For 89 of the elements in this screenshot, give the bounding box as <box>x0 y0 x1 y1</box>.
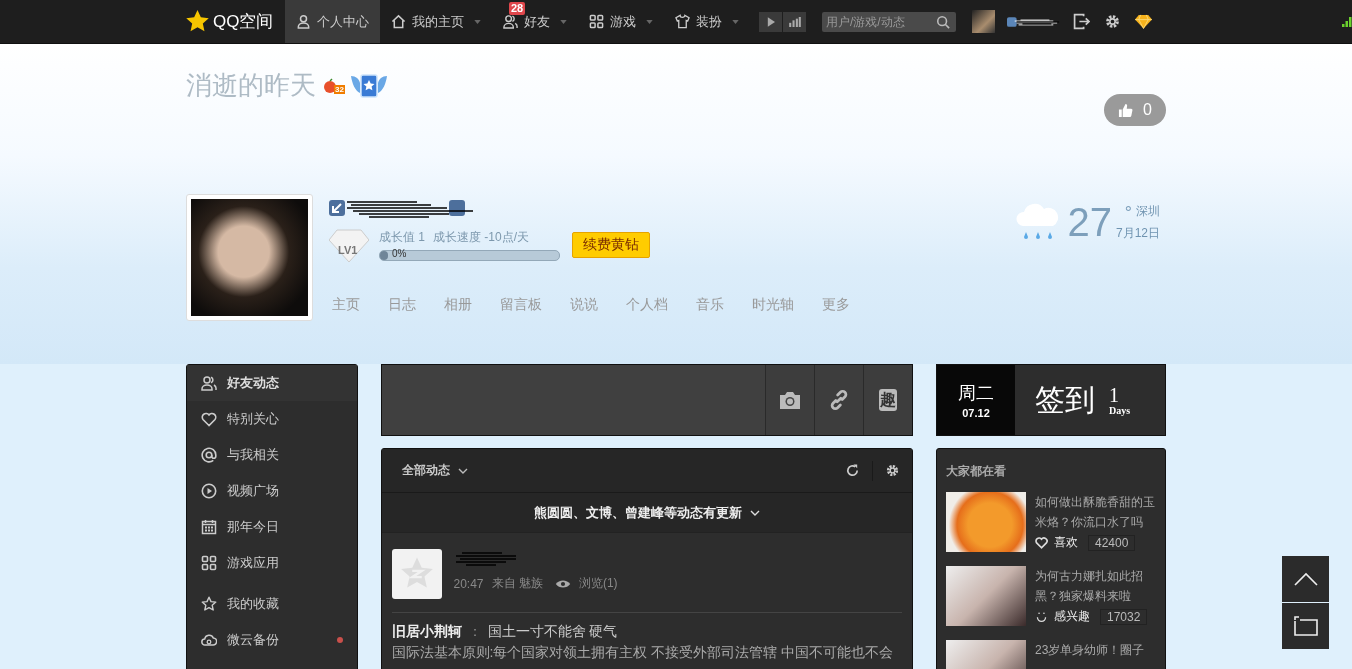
sidebar-item[interactable]: 特别关心 <box>187 401 357 437</box>
sidebar-item[interactable]: 游戏应用 <box>187 545 357 581</box>
refresh-icon[interactable] <box>845 463 860 478</box>
checkin-date: 07.12 <box>962 407 990 419</box>
nav-tab[interactable]: 我的主页 <box>380 0 492 43</box>
people-icon <box>503 14 518 29</box>
checkin-label: 签到 <box>1035 381 1095 418</box>
article-title[interactable]: 如何做出酥脆香甜的玉米烙？你流口水了吗 <box>1035 492 1156 532</box>
star-logo-icon <box>185 9 210 34</box>
window-button[interactable] <box>1282 603 1329 649</box>
people-icon <box>201 375 217 391</box>
settings-icon[interactable] <box>1104 13 1121 30</box>
weekday: 周二 <box>958 382 994 405</box>
sidebar-item[interactable]: 视频广场 <box>187 473 357 509</box>
reaction-button[interactable]: 喜欢 <box>1054 534 1078 551</box>
grid-icon <box>201 555 217 571</box>
sidebar-item[interactable]: 那年今日 <box>187 509 357 545</box>
cloud-icon <box>201 632 217 648</box>
sidebar-item[interactable]: 好友动态 <box>187 365 357 401</box>
checkin-count: 1 <box>1109 384 1120 405</box>
growth-value: 成长值 1 <box>379 229 425 246</box>
diamond-icon[interactable] <box>1135 13 1152 30</box>
city: 深圳 <box>1136 204 1160 218</box>
days-unit: Days <box>1109 404 1131 416</box>
sidebar-item[interactable]: 与我相关 <box>187 437 357 473</box>
degree-sign: ° <box>1124 204 1132 222</box>
play-button[interactable] <box>759 11 782 32</box>
person-icon <box>296 14 311 29</box>
home-icon <box>391 14 406 29</box>
nav-tab[interactable]: 个人中心 <box>285 0 380 43</box>
post-text: 国土一寸不能舍 硬气 <box>487 623 618 639</box>
article-title[interactable]: 23岁单身幼师！圈子 <box>1035 640 1156 660</box>
sidebar-item[interactable]: 我的收藏 <box>187 586 357 622</box>
chevron-down-icon <box>749 509 760 516</box>
chevron-down-icon <box>457 467 468 474</box>
window-icon <box>1293 616 1318 636</box>
author-name[interactable]: 旧居小荆轲 <box>391 623 462 639</box>
weather-date: 7月12日 <box>1115 226 1160 240</box>
post-time: 20:47 <box>453 576 484 591</box>
heart-icon <box>1035 536 1048 549</box>
reaction-button[interactable]: 感兴趣 <box>1054 608 1090 625</box>
settings-icon[interactable] <box>885 463 900 478</box>
chevron-up-icon <box>1293 572 1318 586</box>
growth-speed: 成长速度 -10点/天 <box>433 229 530 246</box>
count-badge: 28 <box>509 2 526 15</box>
default-avatar[interactable] <box>391 549 442 599</box>
search-field[interactable]: 用户/游戏/动态 <box>822 11 956 32</box>
play-icon <box>766 16 775 27</box>
smile-icon <box>1035 610 1048 623</box>
at-sign-icon <box>201 447 217 463</box>
equalizer-button[interactable] <box>783 11 806 32</box>
logo[interactable]: QQ空间 <box>185 9 285 34</box>
nav-tab[interactable]: 游戏 <box>578 0 664 43</box>
logout-icon[interactable] <box>1073 13 1090 30</box>
panel-title: 大家都在看 <box>946 463 1007 480</box>
view-count: 浏览(1) <box>578 575 618 592</box>
heart-icon <box>201 411 217 427</box>
photo-placeholder[interactable] <box>946 566 1026 626</box>
post-source: 来自 魅族 <box>491 575 543 592</box>
thumbs-up-icon <box>1118 102 1134 118</box>
redacted-scribble-drawing <box>1007 14 1061 29</box>
shirt-icon <box>675 14 690 29</box>
nav-tab[interactable]: 28 好友 <box>492 0 578 43</box>
update-notice[interactable]: 熊圆圆、文博、曾建峰等动态有更新 <box>381 493 912 533</box>
feed-filter-dropdown[interactable]: 全部动态 <box>401 462 468 479</box>
article-title[interactable]: 为何古力娜扎如此招黑？独家爆料来啦 <box>1035 566 1156 606</box>
calendar-icon <box>201 519 217 535</box>
back-to-top-button[interactable] <box>1282 556 1329 602</box>
renew-button[interactable]: 续费黄钻 <box>572 232 650 258</box>
post-body: 国际法基本原则:每个国家对领土拥有主权 不接受外部司法管辖 中国不可能也不会 <box>391 644 895 662</box>
winged-star-badge-icon <box>350 72 387 99</box>
nav-tab[interactable]: 装扮 <box>664 0 750 43</box>
reaction-count: 42400 <box>1088 534 1136 551</box>
reaction-count: 17032 <box>1100 608 1148 625</box>
avatar-photo-placeholder[interactable] <box>186 194 313 321</box>
camera-icon <box>778 389 802 411</box>
eye-icon <box>554 578 571 589</box>
play-circle-icon <box>201 483 217 499</box>
temperature: 27 <box>1067 202 1112 242</box>
separator: ： <box>467 623 482 639</box>
sidebar-item[interactable]: 微云备份 <box>187 622 357 658</box>
bar-chart-icon <box>788 16 801 27</box>
progress-reading: 0% <box>392 248 407 259</box>
level-diamond-badge: LV1 <box>329 228 369 262</box>
signal-icon <box>1342 16 1352 27</box>
grid-icon <box>589 14 604 29</box>
search-icon <box>936 14 950 29</box>
space-title: 消逝的昨天 <box>186 69 316 102</box>
star-icon <box>201 596 217 612</box>
